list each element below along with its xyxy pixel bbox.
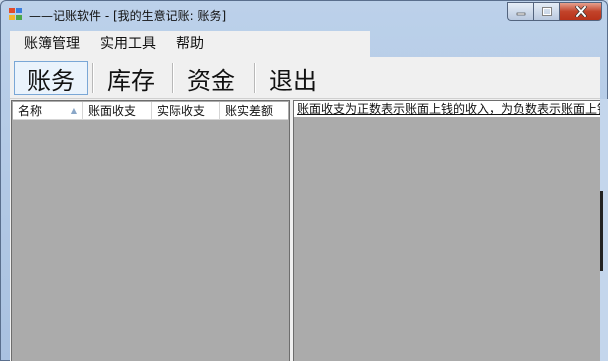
scroll-edge	[600, 191, 603, 271]
menu-item-utilities[interactable]: 实用工具	[90, 31, 166, 57]
detail-pane[interactable]: 账面收支为正数表示账面上钱的收入，为负数表示账面上钱	[293, 100, 600, 361]
list-header: 名称 ▲ 账面收支 实际收支 账实差额	[13, 102, 288, 120]
window-right-edge	[600, 99, 608, 361]
toolbar: 账务 库存 资金 退出	[10, 57, 600, 99]
column-header-actual-amount[interactable]: 实际收支	[152, 102, 220, 120]
minimize-icon	[516, 12, 525, 15]
menu-item-help[interactable]: 帮助	[166, 31, 214, 57]
app-window: ——记账软件 - [我的生意记账: 账务] 账簿管理 实用工具 帮助 账务 库存…	[0, 0, 608, 361]
toolbar-accounts-button[interactable]: 账务	[14, 61, 88, 95]
toolbar-separator	[254, 63, 256, 93]
toolbar-funds-button[interactable]: 资金	[178, 61, 244, 95]
column-header-difference[interactable]: 账实差额	[220, 102, 288, 120]
minimize-button[interactable]	[507, 2, 533, 21]
toolbar-inventory-button[interactable]: 库存	[98, 61, 164, 95]
close-button[interactable]	[559, 2, 602, 21]
toolbar-separator	[172, 63, 174, 93]
toolbar-separator	[92, 63, 94, 93]
column-header-label: 名称	[18, 104, 43, 118]
column-header-book-amount[interactable]: 账面收支	[83, 102, 152, 120]
menu-item-ledger-management[interactable]: 账簿管理	[10, 31, 90, 57]
maximize-button[interactable]	[533, 2, 559, 21]
window-title: ——记账软件 - [我的生意记账: 账务]	[29, 9, 227, 23]
window-controls	[507, 2, 602, 21]
title-bar[interactable]: ——记账软件 - [我的生意记账: 账务]	[1, 1, 607, 28]
maximize-icon	[541, 7, 552, 16]
column-header-name[interactable]: 名称 ▲	[13, 102, 83, 120]
sort-ascending-icon: ▲	[70, 106, 77, 115]
app-icon[interactable]	[9, 8, 23, 21]
account-list[interactable]: 名称 ▲ 账面收支 实际收支 账实差额	[11, 100, 290, 361]
toolbar-exit-button[interactable]: 退出	[260, 61, 326, 95]
main-content: 名称 ▲ 账面收支 实际收支 账实差额 账面收支为正数表示账面上钱的收入，为负数…	[10, 99, 600, 361]
close-icon	[574, 6, 587, 17]
hint-text: 账面收支为正数表示账面上钱的收入，为负数表示账面上钱	[294, 101, 600, 117]
menu-bar: 账簿管理 实用工具 帮助	[10, 31, 370, 57]
